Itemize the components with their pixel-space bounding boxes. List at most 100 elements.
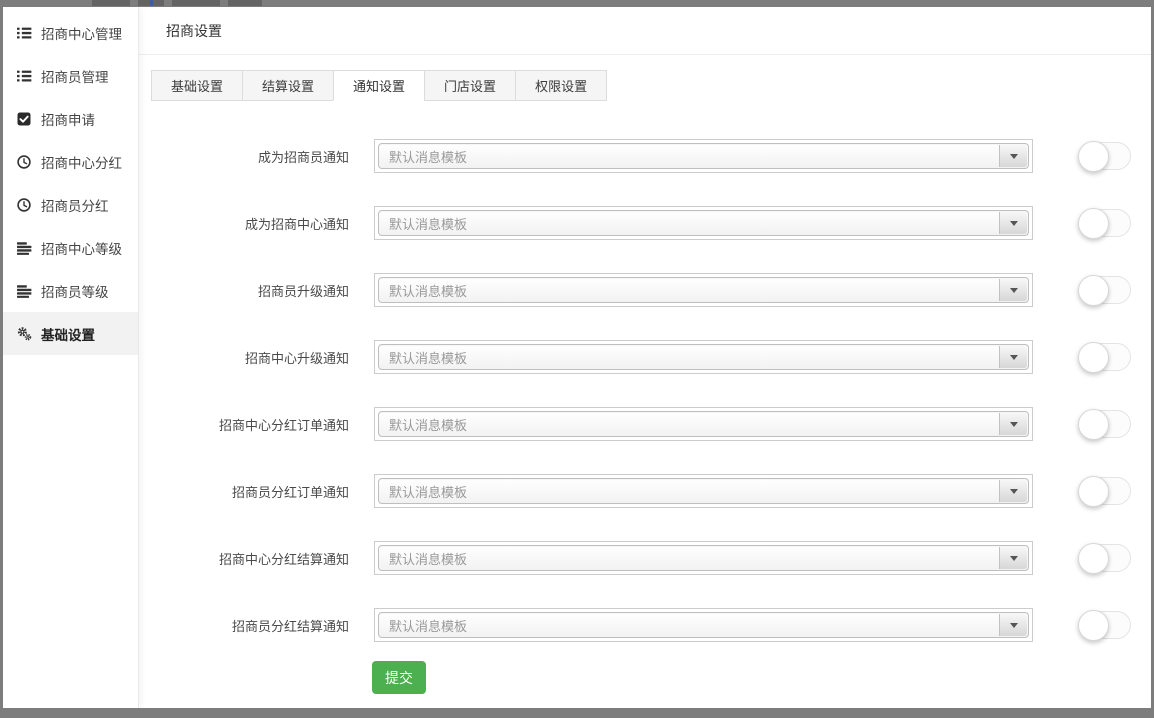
form-row: 招商员升级通知 默认消息模板 — [139, 273, 1151, 307]
sidebar-item-label: 招商员管理 — [41, 66, 109, 86]
notification-toggle-off[interactable] — [1079, 410, 1131, 438]
template-select[interactable]: 默认消息模板 — [378, 277, 1029, 303]
row-label: 招商员升级通知 — [139, 281, 349, 300]
sidebar-item-label: 招商中心管理 — [41, 23, 122, 43]
clock-icon — [16, 198, 32, 212]
window-frame: 招商中心管理招商员管理招商申请招商中心分红招商员分红招商中心等级招商员等级基础设… — [0, 0, 1154, 718]
selected-option-label: 默认消息模板 — [389, 616, 467, 635]
sidebar-item[interactable]: 招商中心等级 — [3, 226, 138, 269]
clock-icon — [16, 155, 32, 169]
list-icon — [16, 26, 32, 40]
template-select[interactable]: 默认消息模板 — [378, 478, 1029, 504]
sidebar-item[interactable]: 招商中心管理 — [3, 11, 138, 54]
dropdown-arrow-icon — [999, 413, 1027, 435]
template-select[interactable]: 默认消息模板 — [378, 344, 1029, 370]
template-select-wrapper: 默认消息模板 — [374, 340, 1033, 374]
levels-icon — [16, 241, 32, 255]
selected-option-label: 默认消息模板 — [389, 348, 467, 367]
sidebar-item-label: 招商员分红 — [41, 195, 109, 215]
template-select[interactable]: 默认消息模板 — [378, 143, 1029, 169]
template-select-wrapper: 默认消息模板 — [374, 541, 1033, 575]
notification-toggle-off[interactable] — [1079, 209, 1131, 237]
list-icon — [16, 69, 32, 83]
sidebar-item-label: 招商申请 — [41, 109, 95, 129]
template-select-wrapper: 默认消息模板 — [374, 407, 1033, 441]
tab[interactable]: 门店设置 — [424, 70, 516, 101]
toggle-knob — [1078, 409, 1109, 440]
dropdown-arrow-icon — [999, 480, 1027, 502]
dropdown-arrow-icon — [999, 212, 1027, 234]
submit-button[interactable]: 提交 — [372, 661, 426, 694]
sidebar-item[interactable]: 招商员分红 — [3, 183, 138, 226]
template-select-wrapper: 默认消息模板 — [374, 273, 1033, 307]
tab-active[interactable]: 通知设置 — [333, 70, 425, 101]
toggle-knob — [1078, 476, 1109, 507]
app-window: 招商中心管理招商员管理招商申请招商中心分红招商员分红招商中心等级招商员等级基础设… — [3, 7, 1151, 708]
toggle-knob — [1078, 275, 1109, 306]
template-select-wrapper: 默认消息模板 — [374, 206, 1033, 240]
template-select[interactable]: 默认消息模板 — [378, 411, 1029, 437]
selected-option-label: 默认消息模板 — [389, 482, 467, 501]
page-title: 招商设置 — [166, 21, 222, 41]
row-label: 招商员分红结算通知 — [139, 616, 349, 635]
sidebar-item-label: 招商员等级 — [41, 281, 109, 301]
form-row: 招商员分红结算通知 默认消息模板 — [139, 608, 1151, 642]
main-content: 招商设置 基础设置结算设置通知设置门店设置权限设置 成为招商员通知默认消息模板成… — [139, 7, 1151, 708]
template-select[interactable]: 默认消息模板 — [378, 545, 1029, 571]
dropdown-arrow-icon — [999, 346, 1027, 368]
settings-form: 成为招商员通知默认消息模板成为招商中心通知默认消息模板招商员升级通知默认消息模板… — [139, 139, 1151, 642]
sidebar-item[interactable]: 招商中心分红 — [3, 140, 138, 183]
sidebar-item-label: 招商中心分红 — [41, 152, 122, 172]
sidebar-item-active[interactable]: 基础设置 — [3, 312, 138, 355]
form-row: 招商中心分红结算通知 默认消息模板 — [139, 541, 1151, 575]
tab[interactable]: 结算设置 — [242, 70, 334, 101]
sidebar: 招商中心管理招商员管理招商申请招商中心分红招商员分红招商中心等级招商员等级基础设… — [3, 7, 139, 708]
toggle-knob — [1078, 543, 1109, 574]
levels-icon — [16, 284, 32, 298]
template-select[interactable]: 默认消息模板 — [378, 210, 1029, 236]
page-header: 招商设置 — [139, 7, 1151, 55]
tab[interactable]: 基础设置 — [151, 70, 243, 101]
sidebar-item[interactable]: 招商申请 — [3, 97, 138, 140]
sidebar-item-label: 基础设置 — [41, 324, 95, 344]
form-row: 成为招商员通知 默认消息模板 — [139, 139, 1151, 173]
template-select-wrapper: 默认消息模板 — [374, 474, 1033, 508]
template-select-wrapper: 默认消息模板 — [374, 139, 1033, 173]
sidebar-menu: 招商中心管理招商员管理招商申请招商中心分红招商员分红招商中心等级招商员等级基础设… — [3, 11, 138, 355]
template-select[interactable]: 默认消息模板 — [378, 612, 1029, 638]
form-row: 成为招商中心通知默认消息模板 — [139, 206, 1151, 240]
template-select-wrapper: 默认消息模板 — [374, 608, 1033, 642]
sidebar-item-label: 招商中心等级 — [41, 238, 122, 258]
notification-toggle-off[interactable] — [1079, 142, 1131, 170]
tab[interactable]: 权限设置 — [515, 70, 607, 101]
row-label: 招商中心分红结算通知 — [139, 549, 349, 568]
toggle-knob — [1078, 141, 1109, 172]
selected-option-label: 默认消息模板 — [389, 549, 467, 568]
form-row: 招商员分红订单通知 默认消息模板 — [139, 474, 1151, 508]
form-row: 招商中心升级通知 默认消息模板 — [139, 340, 1151, 374]
sidebar-item[interactable]: 招商员等级 — [3, 269, 138, 312]
tab-bar: 基础设置结算设置通知设置门店设置权限设置 — [151, 70, 1151, 101]
selected-option-label: 默认消息模板 — [389, 147, 467, 166]
selected-option-label: 默认消息模板 — [389, 415, 467, 434]
selected-option-label: 默认消息模板 — [389, 214, 467, 233]
notification-toggle-off[interactable] — [1079, 611, 1131, 639]
selected-option-label: 默认消息模板 — [389, 281, 467, 300]
notification-toggle-off[interactable] — [1079, 276, 1131, 304]
sidebar-item[interactable]: 招商员管理 — [3, 54, 138, 97]
toggle-knob — [1078, 208, 1109, 239]
gears-icon — [16, 326, 32, 341]
row-label: 招商员分红订单通知 — [139, 482, 349, 501]
notification-toggle-off[interactable] — [1079, 343, 1131, 371]
row-label: 招商中心分红订单通知 — [139, 415, 349, 434]
row-label: 招商中心升级通知 — [139, 348, 349, 367]
notification-toggle-off[interactable] — [1079, 544, 1131, 572]
row-label: 成为招商员通知 — [139, 147, 349, 166]
dropdown-arrow-icon — [999, 614, 1027, 636]
check-square-icon — [16, 112, 32, 126]
notification-toggle-off[interactable] — [1079, 477, 1131, 505]
dropdown-arrow-icon — [999, 145, 1027, 167]
dropdown-arrow-icon — [999, 279, 1027, 301]
dropdown-arrow-icon — [999, 547, 1027, 569]
form-row: 招商中心分红订单通知 默认消息模板 — [139, 407, 1151, 441]
